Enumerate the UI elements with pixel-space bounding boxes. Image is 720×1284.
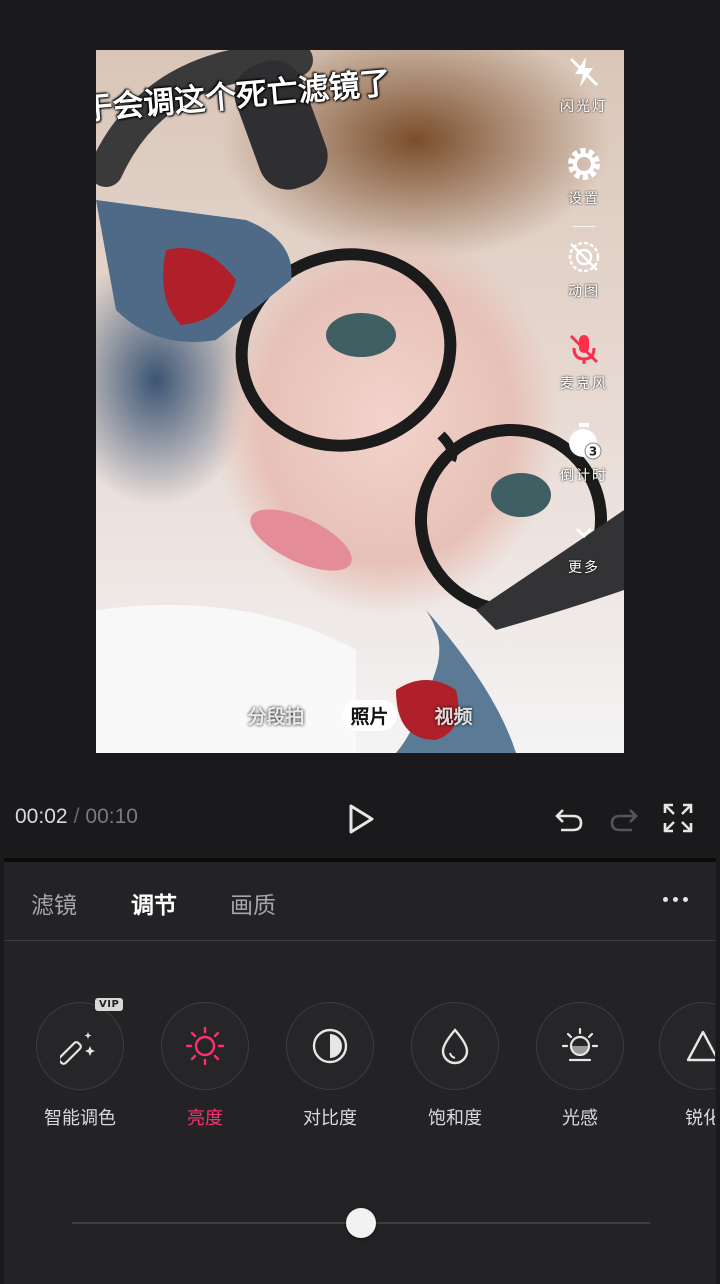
gif-off-icon — [564, 237, 604, 277]
tool-label: 亮度 — [187, 1108, 223, 1129]
total-time: 00:10 — [85, 805, 138, 828]
camera-preview: 终于会调这个死亡滤镜了 闪光灯 设置 动图 麦克风 3 倒计时 更多 分段拍 照… — [96, 50, 624, 753]
settings-label: 设置 — [568, 191, 600, 207]
flash-button[interactable]: 闪光灯 — [560, 50, 608, 142]
more-options-button[interactable] — [663, 897, 688, 902]
contrast-icon — [312, 1028, 348, 1064]
camera-side-toolbar: 闪光灯 设置 动图 麦克风 3 倒计时 更多 — [544, 50, 624, 603]
redo-button[interactable] — [608, 802, 640, 834]
mic-button[interactable]: 麦克风 — [560, 327, 608, 419]
play-icon — [349, 804, 374, 834]
vip-badge: VIP — [95, 998, 124, 1011]
adjust-panel: 滤镜 调节 画质 VIP 智能调色 亮度 对比度 饱和度 光感 锐化 — [4, 858, 716, 1284]
tool-label: 光感 — [562, 1108, 598, 1129]
tool-label: 锐化 — [685, 1108, 715, 1129]
adjust-tools-row: VIP 智能调色 亮度 对比度 饱和度 光感 锐化 — [4, 998, 716, 1142]
redo-icon — [610, 809, 638, 832]
timer-badge: 3 — [589, 445, 597, 459]
tab-adjust[interactable]: 调节 — [131, 886, 177, 920]
tool-contrast[interactable]: 对比度 — [270, 1002, 390, 1130]
tab-filter[interactable]: 滤镜 — [31, 886, 77, 920]
magic-wand-icon — [60, 1032, 95, 1065]
tool-brightness[interactable]: 亮度 — [145, 1002, 265, 1130]
tool-saturation[interactable]: 饱和度 — [395, 1002, 515, 1130]
tool-sharpen[interactable]: 锐化 — [645, 1002, 715, 1130]
flash-label: 闪光灯 — [560, 99, 608, 115]
gear-icon — [564, 144, 604, 184]
flash-off-icon — [564, 52, 604, 92]
sharpen-triangle-icon — [686, 1030, 715, 1062]
settings-button[interactable]: 设置 — [564, 142, 604, 234]
chevron-down-icon — [564, 513, 604, 553]
tool-label: 对比度 — [303, 1108, 357, 1129]
current-time: 00:02 — [15, 805, 68, 828]
fullscreen-button[interactable] — [662, 802, 694, 834]
time-separator: / — [73, 805, 80, 828]
gif-button[interactable]: 动图 — [564, 235, 604, 327]
capture-mode-selector: 分段拍 照片 视频 — [96, 700, 624, 731]
mode-video[interactable]: 视频 — [427, 700, 481, 731]
adjust-slider-thumb[interactable] — [346, 1208, 376, 1238]
side-divider — [573, 226, 595, 227]
undo-button[interactable] — [553, 802, 585, 834]
more-button[interactable]: 更多 — [564, 511, 604, 603]
mode-photo[interactable]: 照片 — [342, 700, 397, 731]
tab-quality[interactable]: 画质 — [230, 886, 276, 920]
gif-label: 动图 — [568, 284, 600, 300]
mode-segment[interactable]: 分段拍 — [239, 700, 312, 731]
panel-tabs: 滤镜 调节 画质 — [4, 862, 716, 941]
play-button[interactable] — [345, 802, 377, 836]
light-sense-icon — [561, 1027, 599, 1062]
more-label: 更多 — [568, 560, 600, 576]
timer-label: 倒计时 — [560, 468, 608, 484]
tool-smart-color[interactable]: VIP 智能调色 — [20, 998, 140, 1130]
mic-off-icon — [564, 329, 604, 369]
mic-label: 麦克风 — [560, 376, 608, 392]
undo-icon — [555, 809, 583, 832]
tool-label: 智能调色 — [44, 1108, 116, 1129]
brightness-icon — [185, 1026, 225, 1066]
tool-light-sense[interactable]: 光感 — [520, 1002, 640, 1130]
timer-button[interactable]: 3 倒计时 — [560, 419, 608, 511]
tool-label: 饱和度 — [428, 1108, 482, 1129]
fullscreen-icon — [663, 803, 693, 833]
time-display: 00:02/00:10 — [15, 805, 138, 829]
saturation-drop-icon — [441, 1028, 469, 1065]
timer-icon: 3 — [564, 421, 604, 461]
